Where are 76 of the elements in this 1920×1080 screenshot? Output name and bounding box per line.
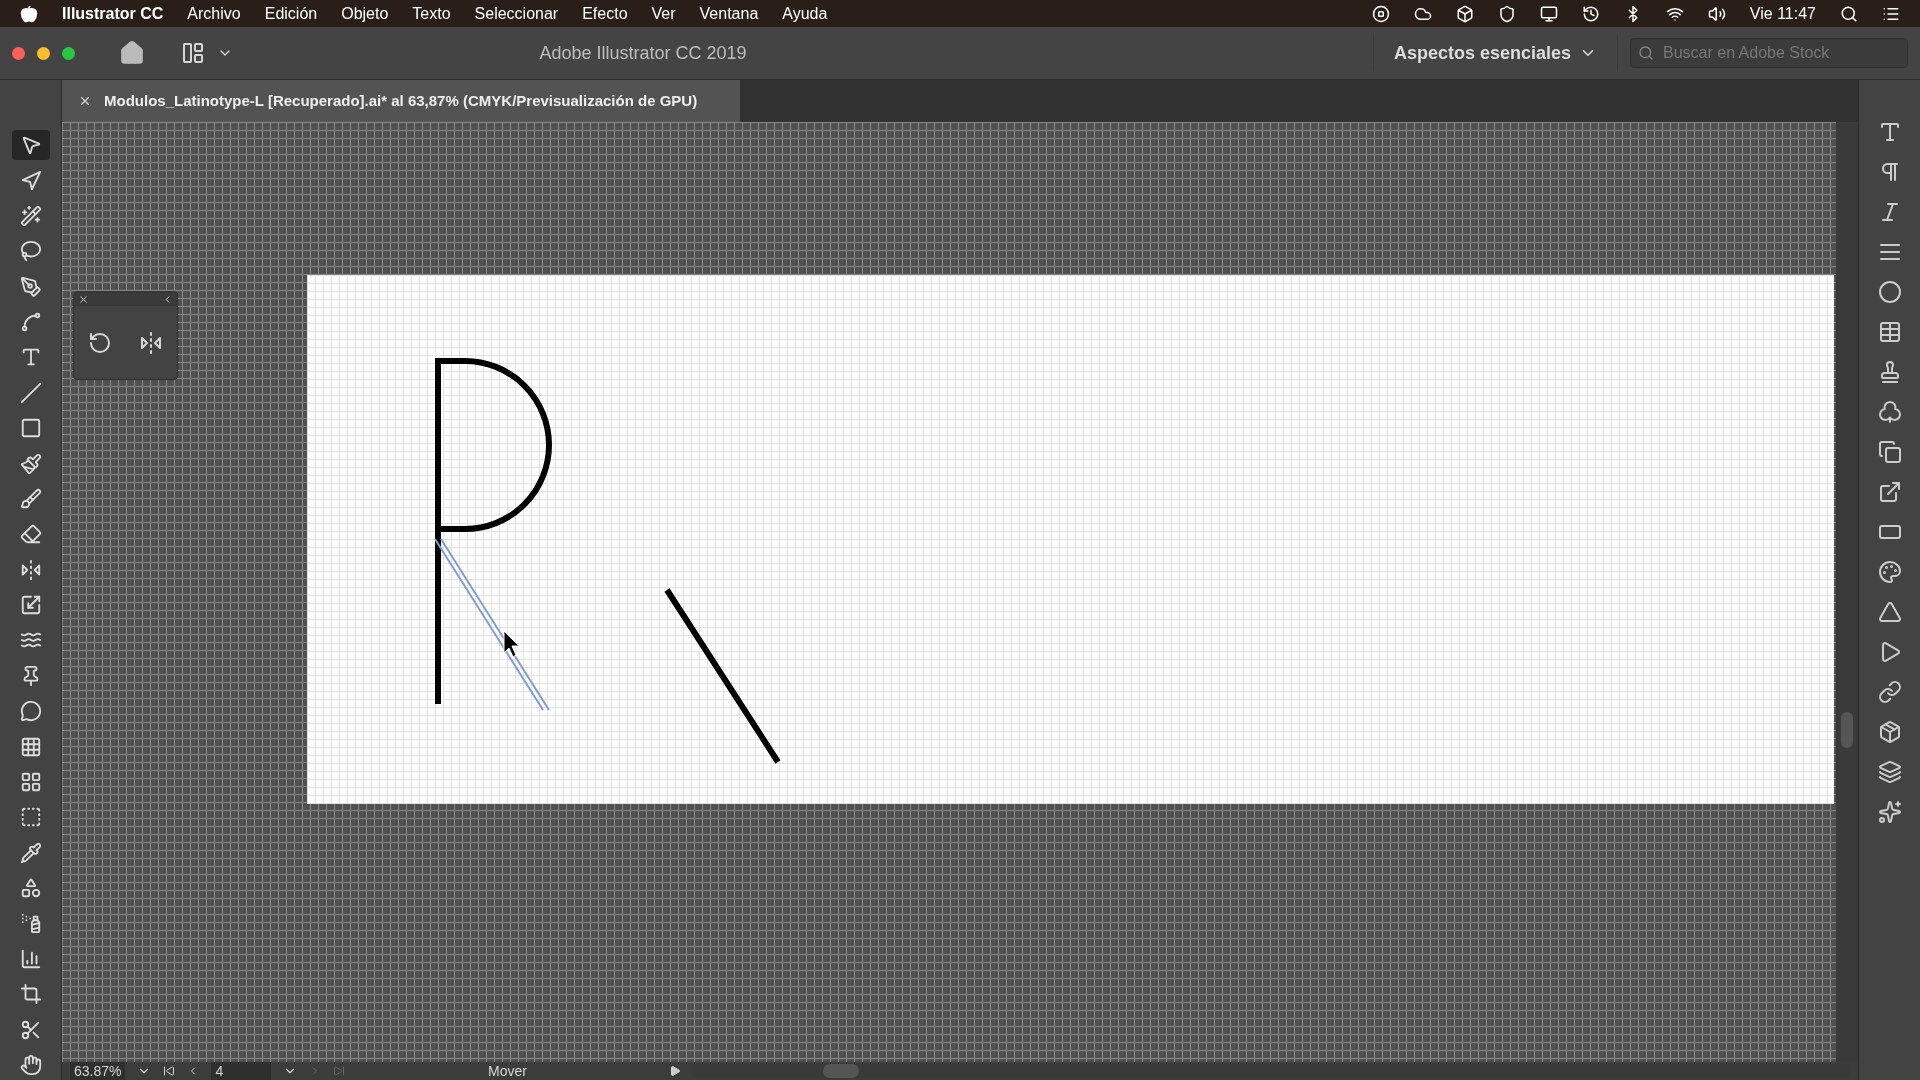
home-icon[interactable] (119, 40, 145, 66)
reflect-icon (19, 558, 42, 581)
menu-item[interactable]: Texto (412, 1, 451, 26)
triangle-icon[interactable] (1877, 600, 1902, 624)
palette-icon[interactable] (1877, 560, 1902, 584)
close-icon[interactable] (78, 293, 89, 305)
volume-icon[interactable] (1707, 4, 1726, 23)
square-icon (19, 417, 42, 440)
scissors-icon (19, 1018, 42, 1041)
stock-search-field[interactable]: Buscar en Adobe Stock (1630, 38, 1908, 68)
workspace-dropdown[interactable]: Aspectos esenciales (1372, 35, 1618, 71)
vertical-scrollbar[interactable] (1836, 122, 1858, 1062)
menu-item[interactable]: Ventana (699, 1, 759, 26)
minimize-window-icon[interactable] (37, 46, 50, 60)
bar-chart-icon (19, 947, 42, 970)
eraser-icon (19, 523, 42, 546)
arrow-icon (19, 169, 42, 192)
menu-item[interactable]: Efecto (582, 1, 628, 26)
shield-icon[interactable] (1497, 4, 1516, 23)
menu-item[interactable]: Ver (651, 1, 676, 26)
close-window-icon[interactable] (12, 46, 25, 60)
artboard-number[interactable]: 4 (211, 1062, 272, 1080)
history-icon[interactable] (1581, 4, 1600, 23)
menu-item[interactable]: Edición (264, 1, 318, 26)
hand-icon (19, 1053, 42, 1076)
close-icon[interactable] (78, 94, 92, 108)
zoom-window-icon[interactable] (62, 46, 75, 60)
grid-icon (19, 735, 42, 758)
sparkles-icon[interactable] (1877, 800, 1902, 824)
export-icon[interactable] (1877, 480, 1902, 504)
reflect-icon[interactable] (139, 330, 164, 355)
package-icon[interactable] (1877, 720, 1902, 744)
clock[interactable]: Vie 11:47 (1749, 1, 1816, 26)
copy-icon[interactable] (1877, 440, 1902, 464)
mesh-grid-icon (19, 770, 42, 793)
monitor-icon[interactable] (1539, 4, 1558, 23)
cursor-icon (503, 630, 520, 658)
menu-item[interactable]: Seleccionar (474, 1, 559, 26)
rotate-icon[interactable] (87, 330, 112, 355)
line-icon (19, 381, 42, 404)
dashed-square-icon (19, 806, 42, 829)
layers-icon[interactable] (1877, 760, 1902, 784)
search-icon (1638, 45, 1654, 61)
app-menu[interactable]: Illustrator CC (62, 1, 164, 26)
play-icon[interactable] (669, 1065, 682, 1077)
spray-can-icon (19, 912, 42, 935)
lasso-icon (19, 240, 42, 263)
circle-icon[interactable] (1877, 280, 1902, 304)
crop-icon (19, 983, 42, 1006)
paintbrush-icon (19, 452, 42, 475)
menu-item[interactable]: Ayuda (782, 1, 828, 26)
menu-item[interactable]: Archivo (187, 1, 241, 26)
speech-bubble-icon (19, 700, 42, 723)
zoom-level[interactable]: 63.87% (70, 1062, 126, 1080)
menu-item[interactable]: Objeto (341, 1, 389, 26)
search-icon[interactable] (1840, 4, 1858, 23)
scale-icon (19, 594, 42, 617)
shapes-icon (19, 877, 42, 900)
link-icon[interactable] (1877, 680, 1902, 704)
brush-icon (19, 487, 42, 510)
eyedropper-icon (19, 841, 42, 864)
document-tab[interactable]: Modulos_Latinotype-L [Recuperado].ai* al 63,87% (CMYK/Previsualización de GPU) (62, 80, 740, 122)
layout-icon[interactable] (181, 41, 205, 65)
curve-icon (19, 311, 42, 334)
club-icon[interactable] (1877, 400, 1902, 424)
window-title: Adobe Illustrator CC 2019 (538, 41, 748, 65)
first-icon[interactable] (163, 1065, 176, 1077)
record-icon[interactable] (1371, 4, 1390, 23)
pen-nib-icon (19, 275, 42, 298)
current-tool: Mover (487, 1062, 528, 1080)
tool-button[interactable] (11, 130, 50, 161)
box-icon[interactable] (1455, 4, 1474, 23)
table-icon[interactable] (1877, 320, 1902, 344)
apple-icon[interactable] (20, 4, 38, 23)
magic-wand-icon (19, 204, 42, 227)
document-tab-title: Modulos_Latinotype-L [Recuperado].ai* al 63,87% (CMYK/Previsualización de GPU) (104, 90, 698, 111)
